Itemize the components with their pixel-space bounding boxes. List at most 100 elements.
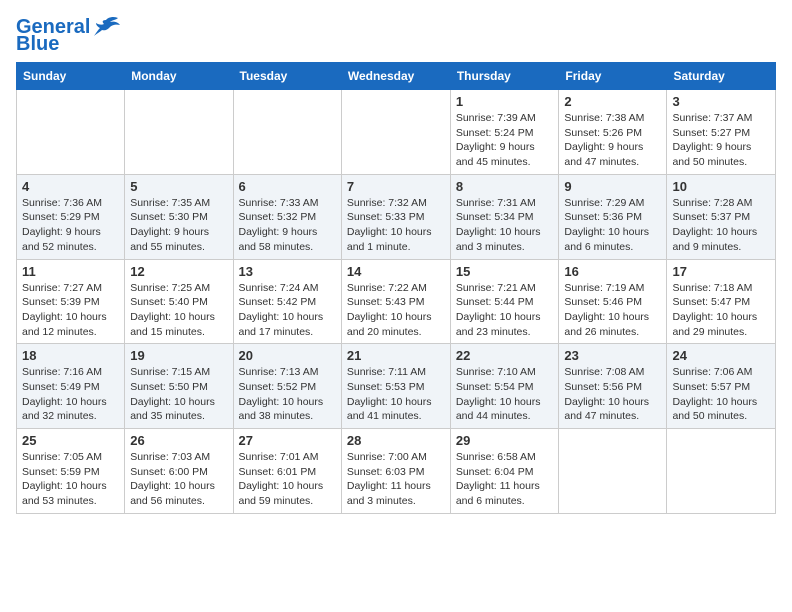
calendar-cell: 16 Sunrise: 7:19 AM Sunset: 5:46 PM Dayli… (559, 259, 667, 344)
day-number: 10 (672, 179, 770, 194)
week-row-4: 18 Sunrise: 7:16 AM Sunset: 5:49 PM Dayli… (17, 344, 776, 429)
day-info: Sunrise: 7:00 AM Sunset: 6:03 PM Dayligh… (347, 450, 445, 509)
day-number: 6 (239, 179, 336, 194)
day-info: Sunrise: 7:18 AM Sunset: 5:47 PM Dayligh… (672, 281, 770, 340)
day-info: Sunrise: 7:15 AM Sunset: 5:50 PM Dayligh… (130, 365, 227, 424)
day-info: Sunrise: 7:36 AM Sunset: 5:29 PM Dayligh… (22, 196, 119, 255)
day-number: 22 (456, 348, 554, 363)
calendar-cell: 10 Sunrise: 7:28 AM Sunset: 5:37 PM Dayli… (667, 174, 776, 259)
day-number: 23 (564, 348, 661, 363)
calendar-cell: 2 Sunrise: 7:38 AM Sunset: 5:26 PM Daylig… (559, 90, 667, 175)
day-info: Sunrise: 7:16 AM Sunset: 5:49 PM Dayligh… (22, 365, 119, 424)
day-info: Sunrise: 7:25 AM Sunset: 5:40 PM Dayligh… (130, 281, 227, 340)
day-info: Sunrise: 7:37 AM Sunset: 5:27 PM Dayligh… (672, 111, 770, 170)
calendar-cell (667, 429, 776, 514)
day-info: Sunrise: 7:13 AM Sunset: 5:52 PM Dayligh… (239, 365, 336, 424)
calendar-cell: 5 Sunrise: 7:35 AM Sunset: 5:30 PM Daylig… (125, 174, 233, 259)
day-info: Sunrise: 7:39 AM Sunset: 5:24 PM Dayligh… (456, 111, 554, 170)
day-info: Sunrise: 7:29 AM Sunset: 5:36 PM Dayligh… (564, 196, 661, 255)
day-number: 15 (456, 264, 554, 279)
day-number: 14 (347, 264, 445, 279)
day-number: 27 (239, 433, 336, 448)
col-header-monday: Monday (125, 63, 233, 90)
day-info: Sunrise: 7:21 AM Sunset: 5:44 PM Dayligh… (456, 281, 554, 340)
calendar-cell: 3 Sunrise: 7:37 AM Sunset: 5:27 PM Daylig… (667, 90, 776, 175)
day-number: 4 (22, 179, 119, 194)
day-number: 21 (347, 348, 445, 363)
day-number: 5 (130, 179, 227, 194)
calendar-cell (341, 90, 450, 175)
day-info: Sunrise: 7:33 AM Sunset: 5:32 PM Dayligh… (239, 196, 336, 255)
col-header-sunday: Sunday (17, 63, 125, 90)
day-info: Sunrise: 6:58 AM Sunset: 6:04 PM Dayligh… (456, 450, 554, 509)
day-number: 2 (564, 94, 661, 109)
day-number: 8 (456, 179, 554, 194)
day-number: 9 (564, 179, 661, 194)
calendar-cell: 14 Sunrise: 7:22 AM Sunset: 5:43 PM Dayli… (341, 259, 450, 344)
day-number: 18 (22, 348, 119, 363)
day-number: 29 (456, 433, 554, 448)
col-header-saturday: Saturday (667, 63, 776, 90)
calendar-cell: 27Sunrise: 7:01 AM Sunset: 6:01 PM Dayli… (233, 429, 341, 514)
calendar-cell (559, 429, 667, 514)
day-info: Sunrise: 7:08 AM Sunset: 5:56 PM Dayligh… (564, 365, 661, 424)
day-number: 13 (239, 264, 336, 279)
calendar-cell: 7Sunrise: 7:32 AM Sunset: 5:33 PM Daylig… (341, 174, 450, 259)
calendar-cell: 6 Sunrise: 7:33 AM Sunset: 5:32 PM Daylig… (233, 174, 341, 259)
day-number: 11 (22, 264, 119, 279)
calendar-cell (233, 90, 341, 175)
day-info: Sunrise: 7:31 AM Sunset: 5:34 PM Dayligh… (456, 196, 554, 255)
week-row-2: 4 Sunrise: 7:36 AM Sunset: 5:29 PM Daylig… (17, 174, 776, 259)
calendar-cell: 17 Sunrise: 7:18 AM Sunset: 5:47 PM Dayli… (667, 259, 776, 344)
calendar-cell: 8 Sunrise: 7:31 AM Sunset: 5:34 PM Daylig… (450, 174, 559, 259)
week-row-5: 25Sunrise: 7:05 AM Sunset: 5:59 PM Dayli… (17, 429, 776, 514)
calendar-cell: 9 Sunrise: 7:29 AM Sunset: 5:36 PM Daylig… (559, 174, 667, 259)
logo-blue: Blue (16, 34, 59, 54)
day-info: Sunrise: 7:24 AM Sunset: 5:42 PM Dayligh… (239, 281, 336, 340)
day-number: 7 (347, 179, 445, 194)
day-number: 19 (130, 348, 227, 363)
col-header-friday: Friday (559, 63, 667, 90)
calendar-cell (125, 90, 233, 175)
day-info: Sunrise: 7:19 AM Sunset: 5:46 PM Dayligh… (564, 281, 661, 340)
day-info: Sunrise: 7:22 AM Sunset: 5:43 PM Dayligh… (347, 281, 445, 340)
week-row-3: 11Sunrise: 7:27 AM Sunset: 5:39 PM Dayli… (17, 259, 776, 344)
day-number: 28 (347, 433, 445, 448)
calendar-cell: 29 Sunrise: 6:58 AM Sunset: 6:04 PM Dayli… (450, 429, 559, 514)
day-info: Sunrise: 7:35 AM Sunset: 5:30 PM Dayligh… (130, 196, 227, 255)
bird-icon (92, 16, 120, 38)
day-info: Sunrise: 7:28 AM Sunset: 5:37 PM Dayligh… (672, 196, 770, 255)
calendar-header-row: SundayMondayTuesdayWednesdayThursdayFrid… (17, 63, 776, 90)
day-info: Sunrise: 7:38 AM Sunset: 5:26 PM Dayligh… (564, 111, 661, 170)
day-number: 24 (672, 348, 770, 363)
calendar-cell: 21 Sunrise: 7:11 AM Sunset: 5:53 PM Dayli… (341, 344, 450, 429)
calendar-cell: 28 Sunrise: 7:00 AM Sunset: 6:03 PM Dayli… (341, 429, 450, 514)
calendar-cell: 18 Sunrise: 7:16 AM Sunset: 5:49 PM Dayli… (17, 344, 125, 429)
calendar-cell: 20 Sunrise: 7:13 AM Sunset: 5:52 PM Dayli… (233, 344, 341, 429)
day-info: Sunrise: 7:03 AM Sunset: 6:00 PM Dayligh… (130, 450, 227, 509)
day-info: Sunrise: 7:06 AM Sunset: 5:57 PM Dayligh… (672, 365, 770, 424)
day-number: 26 (130, 433, 227, 448)
page-header: General Blue (16, 16, 776, 54)
day-number: 12 (130, 264, 227, 279)
day-number: 17 (672, 264, 770, 279)
calendar-cell: 11Sunrise: 7:27 AM Sunset: 5:39 PM Dayli… (17, 259, 125, 344)
day-number: 20 (239, 348, 336, 363)
day-number: 3 (672, 94, 770, 109)
calendar-cell: 13 Sunrise: 7:24 AM Sunset: 5:42 PM Dayli… (233, 259, 341, 344)
col-header-tuesday: Tuesday (233, 63, 341, 90)
day-info: Sunrise: 7:11 AM Sunset: 5:53 PM Dayligh… (347, 365, 445, 424)
calendar-cell: 15 Sunrise: 7:21 AM Sunset: 5:44 PM Dayli… (450, 259, 559, 344)
calendar-cell: 24 Sunrise: 7:06 AM Sunset: 5:57 PM Dayli… (667, 344, 776, 429)
calendar-cell (17, 90, 125, 175)
calendar-cell: 1 Sunrise: 7:39 AM Sunset: 5:24 PM Daylig… (450, 90, 559, 175)
col-header-wednesday: Wednesday (341, 63, 450, 90)
calendar-cell: 25Sunrise: 7:05 AM Sunset: 5:59 PM Dayli… (17, 429, 125, 514)
day-info: Sunrise: 7:05 AM Sunset: 5:59 PM Dayligh… (22, 450, 119, 509)
day-number: 1 (456, 94, 554, 109)
calendar-cell: 12 Sunrise: 7:25 AM Sunset: 5:40 PM Dayli… (125, 259, 233, 344)
day-number: 16 (564, 264, 661, 279)
calendar-cell: 22 Sunrise: 7:10 AM Sunset: 5:54 PM Dayli… (450, 344, 559, 429)
calendar-cell: 26 Sunrise: 7:03 AM Sunset: 6:00 PM Dayli… (125, 429, 233, 514)
day-info: Sunrise: 7:10 AM Sunset: 5:54 PM Dayligh… (456, 365, 554, 424)
